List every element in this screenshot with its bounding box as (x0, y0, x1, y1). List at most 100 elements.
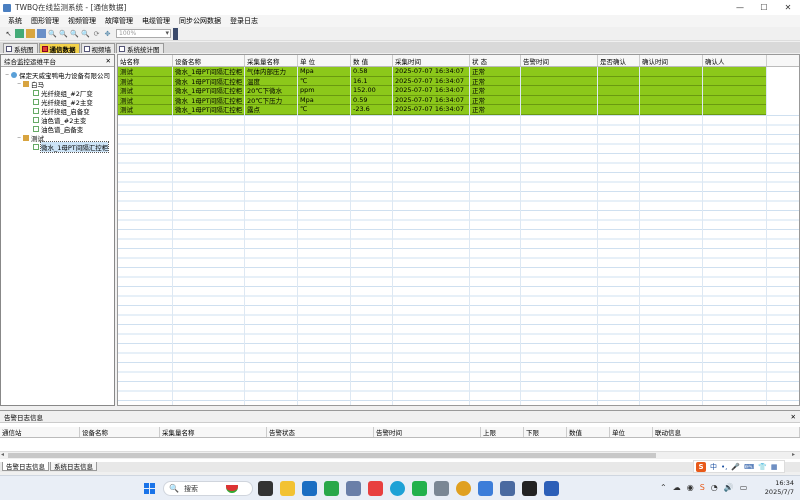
cloud-icon[interactable]: ☁ (673, 483, 681, 492)
tree-node-device-selected[interactable]: 微水_1母PT间隔汇控柜 (1, 140, 114, 153)
image-icon[interactable] (37, 29, 46, 38)
column-header[interactable]: 是否确认 (598, 55, 640, 66)
tab-system-diagram[interactable]: 系统图 (3, 43, 38, 54)
wechat-tray-icon[interactable]: ◉ (687, 483, 694, 492)
scroll-left-icon[interactable]: ◂ (1, 451, 4, 458)
ime-toolbox-icon[interactable]: ▦ (771, 463, 778, 471)
menu-login-log[interactable]: 登录日志 (230, 16, 258, 26)
maximize-button[interactable]: ☐ (752, 0, 776, 15)
zoom-out-icon[interactable]: 🔍 (59, 29, 68, 38)
column-header[interactable]: 上限 (481, 427, 524, 437)
column-header[interactable]: 告警状态 (267, 427, 374, 437)
file-explorer-icon[interactable] (280, 481, 295, 496)
column-header[interactable]: 设备名称 (80, 427, 160, 437)
store-icon[interactable] (368, 481, 383, 496)
tree-node-company[interactable]: − 保定天威宝鸭电力设备有限公司 (1, 70, 114, 80)
sidebar-pin-icon[interactable]: ✕ (106, 57, 111, 65)
column-header[interactable]: 设备名称 (173, 55, 245, 66)
battery-icon[interactable]: ▭ (740, 483, 748, 492)
app-monitor-icon[interactable] (544, 481, 559, 496)
column-header[interactable]: 采集时间 (393, 55, 470, 66)
menu-cable[interactable]: 电缆管理 (142, 16, 170, 26)
column-header[interactable]: 采集量名称 (160, 427, 267, 437)
open-icon[interactable] (26, 29, 35, 38)
toolbar: ↖ 🔍 🔍 🔍 🔍 ⟳ ✥ 100% (0, 27, 800, 41)
tree-node-device[interactable]: 油色谱_启备变 (1, 124, 114, 134)
table-row[interactable]: 测试 微水_1母PT间隔汇控柜 气体内部压力 Mpa 0.58 2025-07-… (118, 67, 799, 77)
zoom-select[interactable]: 100% (116, 29, 171, 38)
terminal-icon[interactable] (522, 481, 537, 496)
sogou-tray-icon[interactable]: S (700, 483, 705, 492)
task-view-icon[interactable] (258, 481, 273, 496)
sogou-icon[interactable]: S (696, 461, 706, 472)
ime-lang-icon[interactable]: 中 (710, 462, 717, 472)
taskbar-clock[interactable]: 16:34 2025/7/7 (765, 479, 794, 497)
column-header[interactable]: 通信站 (0, 427, 80, 437)
tab-system-log[interactable]: 系统日志信息 (50, 462, 97, 471)
zoom-fit-icon[interactable]: 🔍 (70, 29, 79, 38)
chrome-icon[interactable] (456, 481, 471, 496)
column-header[interactable]: 下限 (524, 427, 567, 437)
ime-keyboard-icon[interactable]: ⌨ (744, 463, 754, 471)
menu-system[interactable]: 系统 (8, 16, 22, 26)
volume-icon[interactable]: 🔊 (724, 483, 734, 492)
pan-icon[interactable]: ✥ (103, 29, 112, 38)
column-header[interactable]: 采集量名称 (245, 55, 298, 66)
column-header[interactable]: 告警时间 (374, 427, 481, 437)
collapse-icon[interactable]: − (5, 72, 10, 78)
menu-video[interactable]: 视频管理 (68, 16, 96, 26)
zoom-in-icon[interactable]: 🔍 (48, 29, 57, 38)
column-header[interactable]: 数值 (567, 427, 610, 437)
tab-alarm-log[interactable]: 告警日志信息 (2, 462, 49, 471)
outlook-icon[interactable] (302, 481, 317, 496)
ime-punct-icon[interactable]: •, (721, 463, 727, 471)
column-header[interactable]: 站名称 (118, 55, 173, 66)
column-header[interactable]: 状 态 (470, 55, 521, 66)
ime-voice-icon[interactable]: 🎤 (731, 463, 740, 471)
menu-graphics[interactable]: 图形管理 (31, 16, 59, 26)
column-header[interactable]: 联动信息 (653, 427, 800, 437)
close-button[interactable]: ✕ (776, 0, 800, 15)
horizontal-scrollbar[interactable]: ◂ ▸ (0, 451, 800, 459)
wechat-icon[interactable] (412, 481, 427, 496)
scrollbar-thumb[interactable] (8, 453, 656, 458)
table-row[interactable]: 测试 微水_1母PT间隔汇控柜 露点 ℃ -23.6 2025-07-07 16… (118, 105, 799, 115)
refresh-icon[interactable]: ⟳ (92, 29, 101, 38)
pointer-icon[interactable]: ↖ (4, 29, 13, 38)
edge-icon[interactable] (390, 481, 405, 496)
column-header[interactable]: 单位 (610, 427, 653, 437)
collapse-icon[interactable]: − (17, 81, 22, 87)
scroll-right-icon[interactable]: ▸ (792, 451, 795, 458)
column-header[interactable]: 确认人 (703, 55, 767, 66)
app-window-icon[interactable] (478, 481, 493, 496)
menu-fault[interactable]: 故障管理 (105, 16, 133, 26)
taskbar-search[interactable]: 🔍 搜索 (163, 481, 253, 496)
column-header[interactable]: 确认时间 (640, 55, 703, 66)
column-header[interactable]: 告警时间 (521, 55, 598, 66)
tab-comm-data[interactable]: 通信数据 (38, 43, 80, 54)
settings-icon[interactable] (434, 481, 449, 496)
chat-icon[interactable] (324, 481, 339, 496)
minimize-button[interactable]: — (728, 0, 752, 15)
column-header[interactable]: 数 值 (351, 55, 393, 66)
cell-confirmer (703, 67, 767, 77)
station-icon (23, 134, 29, 141)
table-row[interactable]: 测试 微水_1母PT间隔汇控柜 20℃下微水 ppm 152.00 2025-0… (118, 86, 799, 96)
app-tool-icon[interactable] (346, 481, 361, 496)
tab-video-wall[interactable]: 视频墙 (80, 43, 115, 54)
windows-start-icon[interactable] (144, 483, 155, 494)
alarm-pin-icon[interactable]: ✕ (791, 413, 796, 421)
wifi-icon[interactable]: ◔ (711, 483, 718, 492)
menu-sync[interactable]: 同步公网数据 (179, 16, 221, 26)
ime-skin-icon[interactable]: 👕 (758, 463, 767, 471)
table-row[interactable]: 测试 微水_1母PT间隔汇控柜 温度 ℃ 16.1 2025-07-07 16:… (118, 76, 799, 86)
toolbar-dropdown-toggle[interactable] (173, 27, 178, 40)
tray-expand-icon[interactable]: ⌃ (660, 483, 667, 492)
column-header[interactable]: 单 位 (298, 55, 351, 66)
save-icon[interactable] (15, 29, 24, 38)
collapse-icon[interactable]: − (17, 135, 22, 141)
zoom-reset-icon[interactable]: 🔍 (81, 29, 90, 38)
twbq-app-icon[interactable] (500, 481, 515, 496)
table-row[interactable]: 测试 微水_1母PT间隔汇控柜 20℃下压力 Mpa 0.59 2025-07-… (118, 95, 799, 105)
tab-system-stats[interactable]: 系统统计图 (116, 43, 164, 54)
